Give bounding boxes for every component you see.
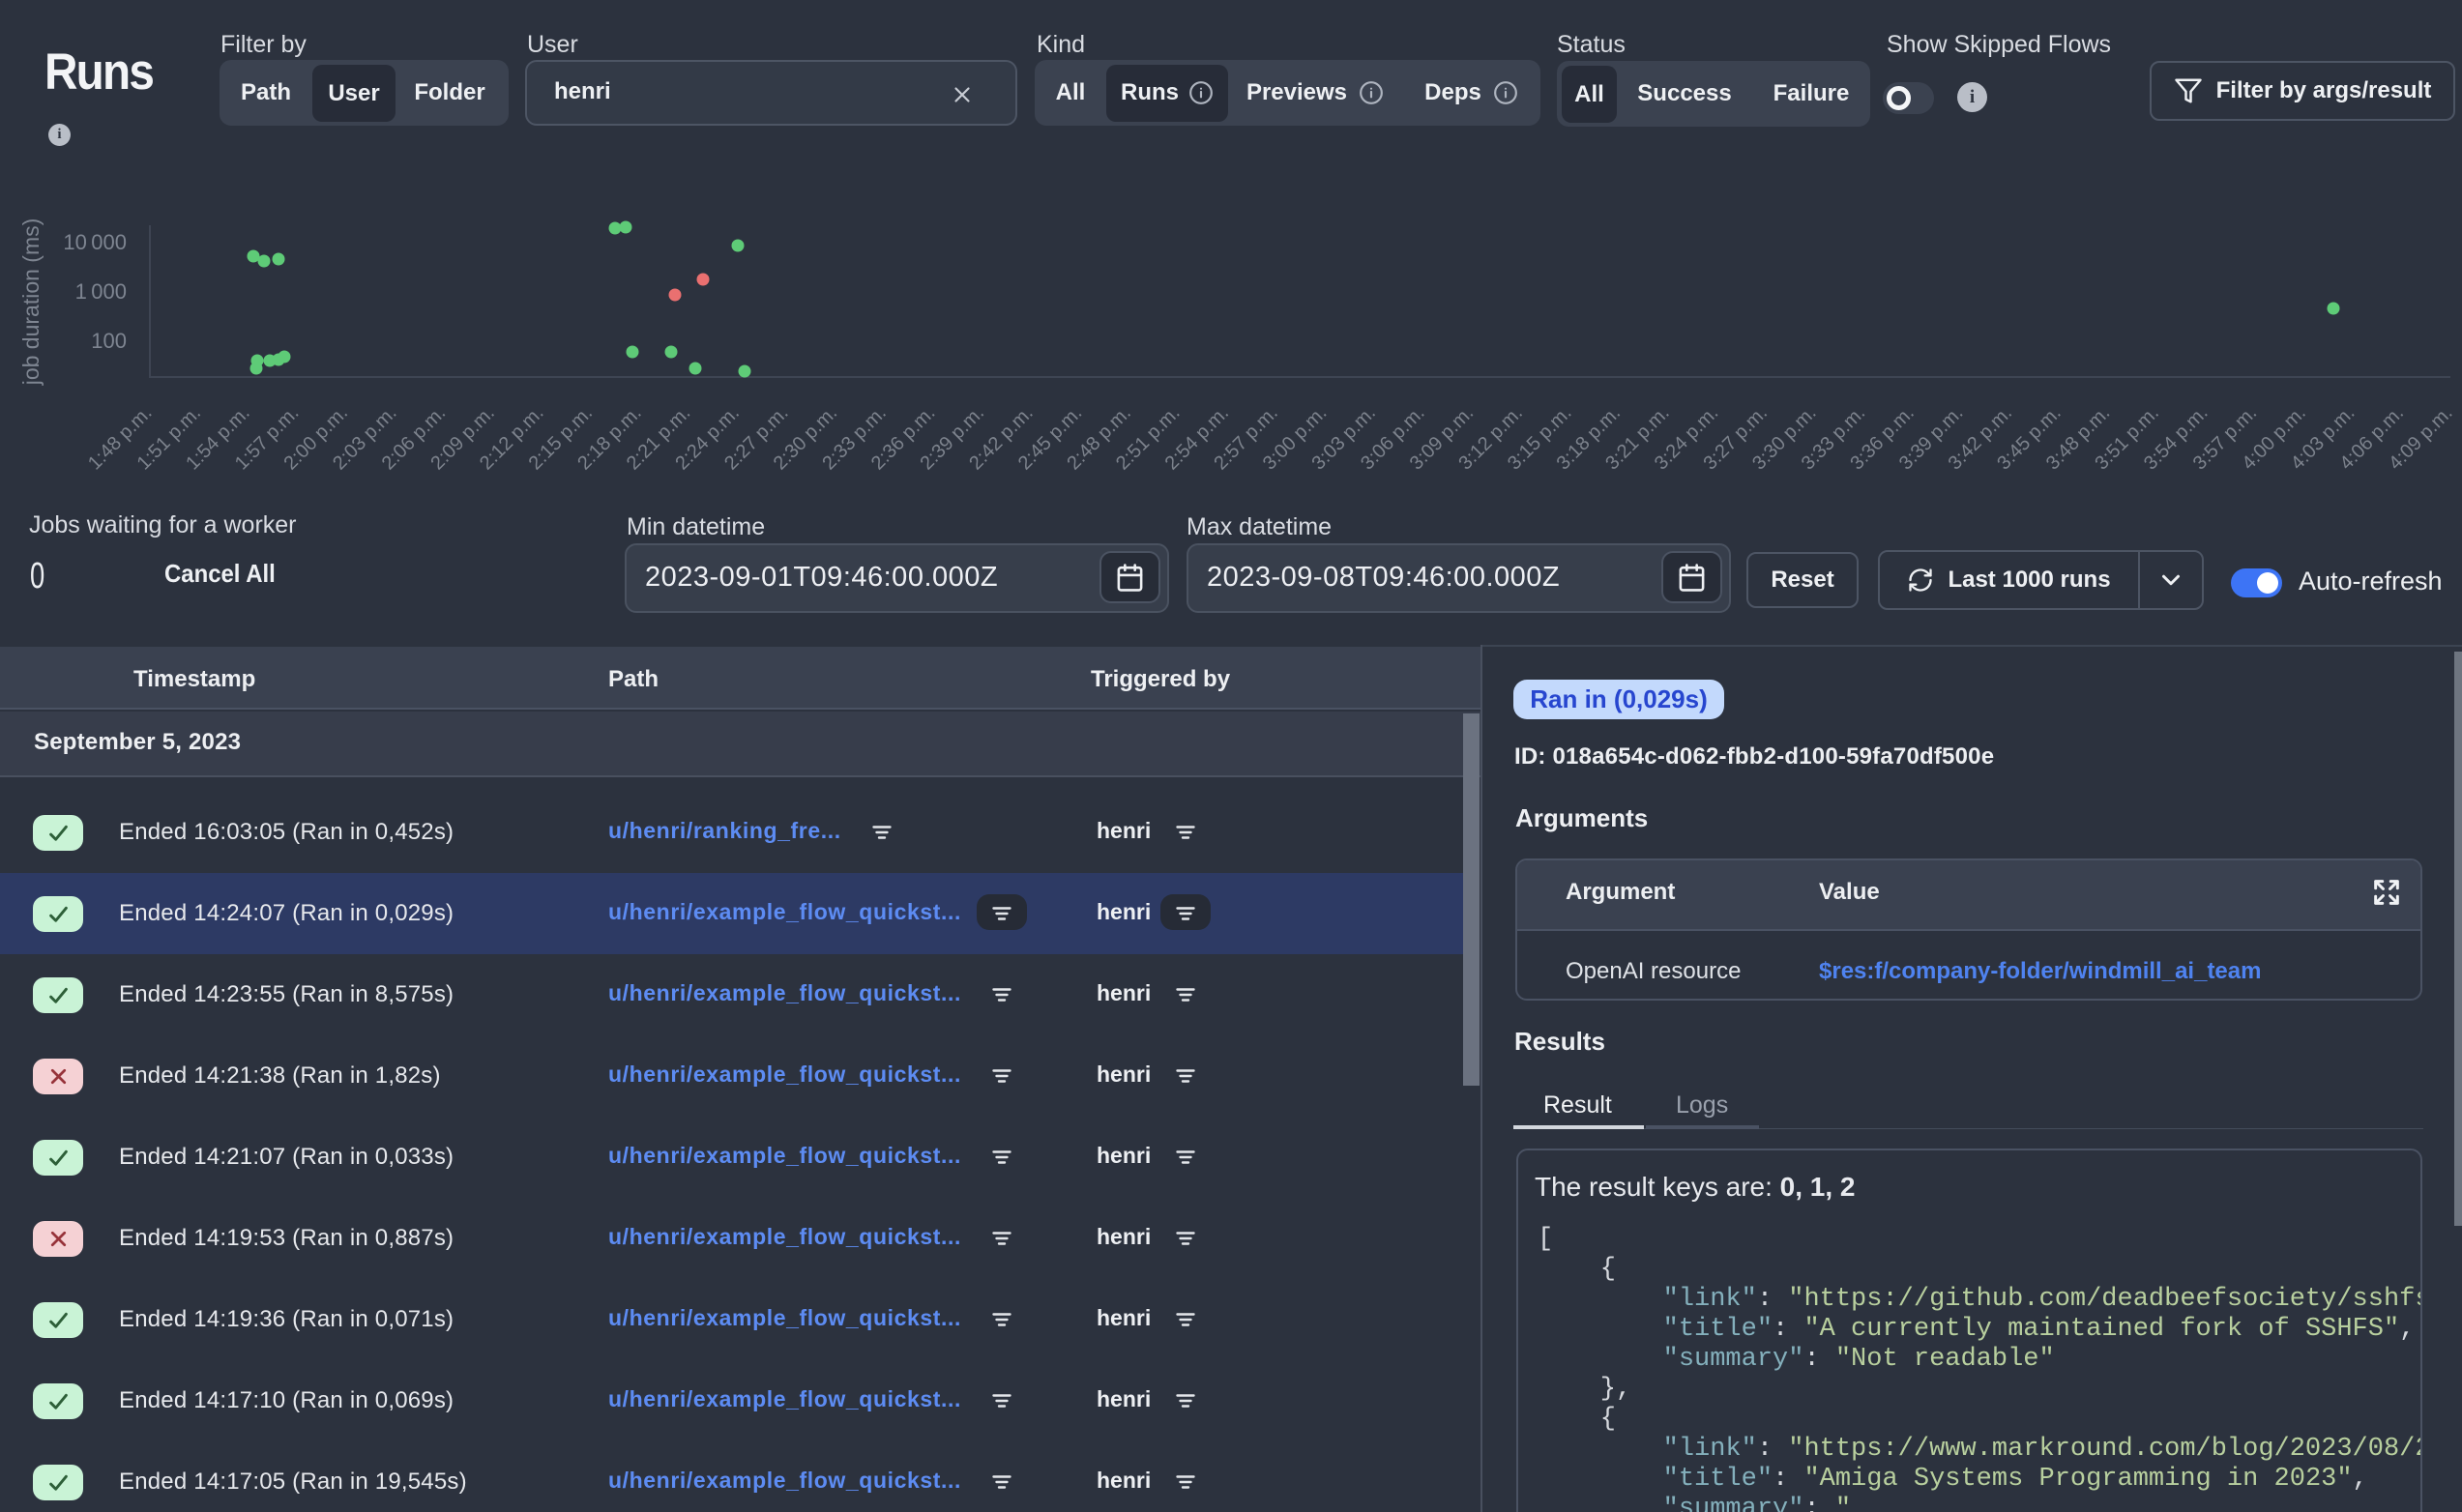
svg-text:job duration (ms): job duration (ms) [18,218,44,387]
svg-text:10 000: 10 000 [63,230,127,254]
svg-text:100: 100 [91,329,127,353]
svg-text:1 000: 1 000 [75,279,127,304]
